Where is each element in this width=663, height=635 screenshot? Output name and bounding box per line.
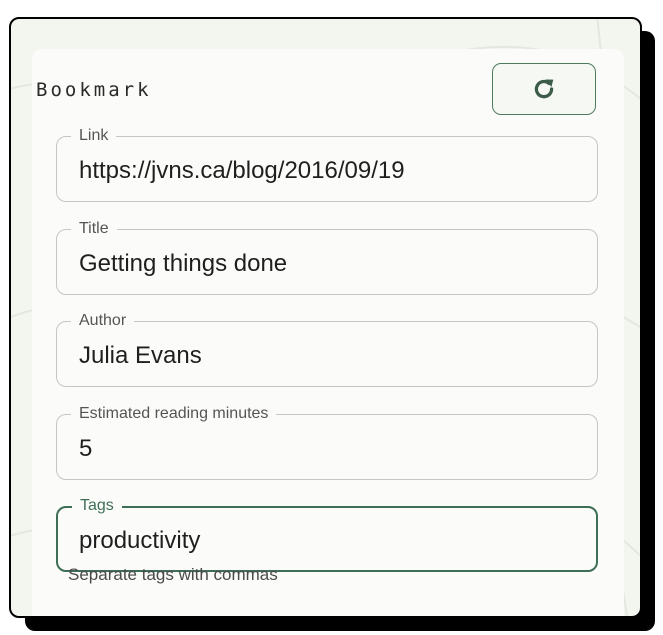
tags-helper-text: Separate tags with commas <box>68 565 278 584</box>
author-label: Author <box>71 311 135 331</box>
title-label: Title <box>71 219 117 239</box>
title-field[interactable]: Title Getting things done <box>56 219 598 295</box>
link-input[interactable]: https://jvns.ca/blog/2016/09/19 <box>79 157 405 185</box>
author-field[interactable]: Author Julia Evans <box>56 311 598 387</box>
reading-minutes-label: Estimated reading minutes <box>71 404 277 424</box>
refresh-button[interactable] <box>492 63 596 115</box>
tags-input[interactable]: productivity <box>79 527 200 555</box>
card-title: Bookmark <box>36 79 152 101</box>
reading-minutes-input[interactable]: 5 <box>79 435 92 463</box>
reading-minutes-field[interactable]: Estimated reading minutes 5 <box>56 404 598 480</box>
link-label: Link <box>71 126 117 146</box>
tags-field[interactable]: Tags productivity <box>56 496 598 572</box>
refresh-icon <box>534 79 554 99</box>
tags-label: Tags <box>72 496 122 516</box>
link-field[interactable]: Link https://jvns.ca/blog/2016/09/19 <box>56 126 598 202</box>
title-input[interactable]: Getting things done <box>79 250 287 278</box>
author-input[interactable]: Julia Evans <box>79 342 202 370</box>
bookmark-window: Bookmark Link https://jvns.ca/blog/2016/… <box>9 17 642 618</box>
